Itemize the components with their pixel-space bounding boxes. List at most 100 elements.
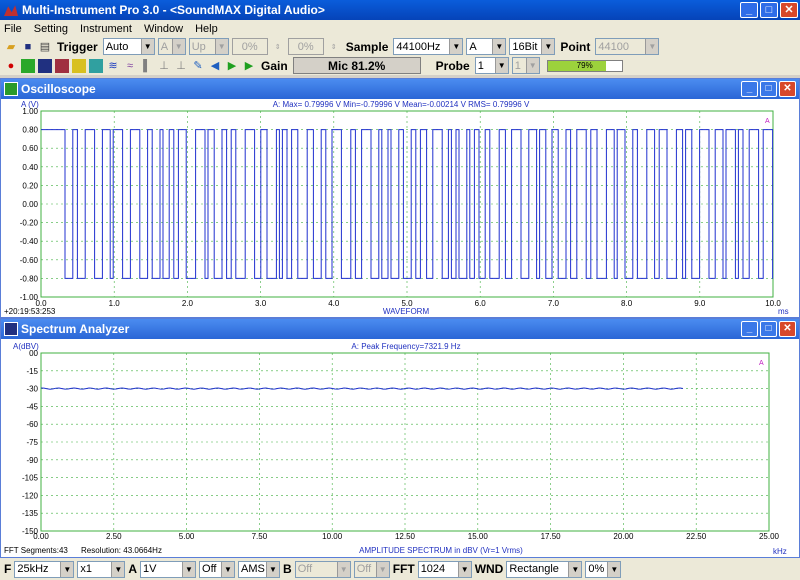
spectrum-maximize-button[interactable]: □	[760, 321, 777, 337]
spectrum-x-tick: 15.00	[468, 532, 489, 541]
spectrum-y-tick: -45	[26, 402, 38, 411]
print-icon[interactable]: ▤	[38, 40, 52, 54]
oscilloscope-maximize-button[interactable]: □	[760, 81, 777, 97]
probe-icon[interactable]: ▌	[140, 59, 154, 73]
point-label: Point	[560, 39, 591, 54]
point-value: 44100	[598, 40, 629, 53]
window-title: Multi-Instrument Pro 3.0 - <SoundMAX Dig…	[22, 3, 325, 17]
oscilloscope-y-tick: 0.20	[22, 181, 38, 190]
spectrum-close-button[interactable]: ✕	[779, 321, 796, 337]
gain-label: Gain	[261, 58, 288, 73]
save-icon[interactable]: ■	[21, 40, 35, 54]
menu-file[interactable]: File	[4, 23, 22, 35]
zoom-multiplier-select[interactable]: x1 ▼	[77, 560, 126, 578]
phase-plot-icon[interactable]	[72, 58, 86, 73]
spectrum-plot[interactable]: A(dBV) A: Peak Frequency=7321.9 Hz 00-15…	[1, 339, 799, 557]
a-label: A	[128, 562, 138, 576]
fft-segments: FFT Segments:43	[4, 546, 68, 555]
probe-b-select[interactable]: 1 ▼	[511, 57, 540, 74]
spectrum-icon	[4, 322, 18, 336]
window-function-value: Rectangle	[509, 563, 559, 575]
oscilloscope-x-tick: 1.0	[109, 299, 121, 308]
open-folder-icon[interactable]: ▰	[4, 40, 18, 54]
frequency-range-select[interactable]: 25kHz ▼	[14, 560, 75, 578]
spectrum-y-tick: -60	[26, 420, 38, 429]
spectrum-icon[interactable]	[38, 58, 52, 73]
chevron-down-icon: ▼	[525, 58, 539, 73]
chevron-down-icon: ▼	[541, 39, 555, 54]
menu-setting[interactable]: Setting	[34, 23, 68, 35]
spin-arrows-icon[interactable]: ⇕	[327, 40, 341, 54]
oscilloscope-plot[interactable]: A (V) A: Max= 0.79996 V Min=-0.79996 V M…	[1, 99, 799, 317]
window-function-select[interactable]: Rectangle ▼	[506, 560, 583, 578]
chevron-down-icon: ▼	[111, 561, 125, 577]
trigger-delay-field[interactable]: 0%	[287, 38, 324, 55]
play-icon[interactable]: ▶	[225, 59, 239, 73]
ams-value: AMS	[241, 563, 265, 575]
spectrum-x-tick: 25.00	[759, 532, 780, 541]
spectrum-x-tick: 10.00	[322, 532, 343, 541]
analyzer-settings-bar: F 25kHz ▼ x1 ▼ A 1V ▼ Off ▼ AMS ▼ B Off ▼ Off ▼…	[0, 558, 800, 580]
cursor-a-icon[interactable]: ⊥	[157, 59, 171, 73]
dds-icon[interactable]	[89, 58, 103, 73]
sweep-icon[interactable]: ≈	[123, 59, 137, 73]
fft-size-value: 1024	[420, 563, 446, 575]
sample-rate-value: 44100Hz	[396, 40, 441, 53]
oscilloscope-y-tick: -0.60	[20, 256, 39, 265]
sample-channel-select[interactable]: A ▼	[466, 38, 507, 55]
fft-size-select[interactable]: 1024 ▼	[417, 560, 472, 578]
oscilloscope-title: Oscilloscope	[21, 82, 96, 96]
spectrum-minimize-button[interactable]: _	[741, 321, 758, 337]
ams-select[interactable]: AMS ▼	[238, 560, 281, 578]
maximize-button[interactable]: □	[760, 2, 778, 18]
probe-select[interactable]: 1 ▼	[474, 57, 509, 74]
bit-depth-select[interactable]: 16Bit ▼	[509, 38, 556, 55]
wave-generator-icon[interactable]: ≋	[106, 59, 120, 73]
a-scale-select[interactable]: 1V ▼	[140, 560, 197, 578]
play-once-icon[interactable]: ▶	[242, 59, 256, 73]
cursor-b-icon[interactable]: ⊥	[174, 59, 188, 73]
close-button[interactable]: ✕	[780, 2, 798, 18]
point-select[interactable]: 44100 ▼	[595, 38, 660, 55]
oscilloscope-window: Oscilloscope _ □ ✕ A (V) A: Max= 0.79996…	[0, 78, 800, 318]
oscilloscope-close-button[interactable]: ✕	[779, 81, 796, 97]
spectrum-y-tick: -75	[26, 438, 38, 447]
spectrogram-icon[interactable]	[55, 58, 69, 73]
bit-depth-value: 16Bit	[512, 40, 538, 53]
trigger-edge-select[interactable]: Up ▼	[188, 38, 229, 55]
f-label: F	[4, 562, 12, 576]
oscilloscope-x-tick: 8.0	[621, 299, 633, 308]
app-logo-icon	[4, 5, 18, 16]
a-offset-select[interactable]: Off ▼	[199, 560, 236, 578]
chevron-down-icon: ▼	[266, 561, 280, 577]
b-offset-select[interactable]: Off ▼	[353, 560, 390, 578]
spectrum-x-tick: 7.50	[252, 532, 268, 541]
frequency-range-value: 25kHz	[17, 563, 49, 575]
spectrum-analyzer-window: Spectrum Analyzer _ □ ✕ A(dBV) A: Peak F…	[0, 318, 800, 558]
spectrum-xunit: kHz	[773, 547, 787, 556]
trigger-channel-select[interactable]: A ▼	[157, 38, 186, 55]
oscilloscope-icon[interactable]	[21, 58, 35, 73]
menu-window[interactable]: Window	[144, 23, 183, 35]
tool-icon[interactable]: ✎	[191, 59, 205, 73]
record-icon[interactable]: ●	[4, 59, 18, 73]
spectrum-x-tick: 12.50	[395, 532, 416, 541]
b-scale-select[interactable]: Off ▼	[294, 560, 351, 578]
spectrum-y-tick: -135	[22, 509, 39, 518]
spectrum-y-tick: -90	[26, 456, 38, 465]
trigger-level-field[interactable]: 0%	[231, 38, 268, 55]
sample-label: Sample	[345, 39, 389, 54]
oscilloscope-minimize-button[interactable]: _	[741, 81, 758, 97]
menu-help[interactable]: Help	[195, 23, 218, 35]
mic-gain-display[interactable]: Mic 81.2%	[292, 57, 421, 74]
chevron-down-icon: ▼	[171, 39, 185, 54]
sample-rate-select[interactable]: 44100Hz ▼	[393, 38, 464, 55]
speaker-icon[interactable]: ◀	[208, 59, 222, 73]
spin-arrows-icon[interactable]: ⇕	[271, 40, 285, 54]
trigger-mode-select[interactable]: Auto ▼	[102, 38, 155, 55]
menu-instrument[interactable]: Instrument	[80, 23, 132, 35]
fft-label: FFT	[392, 562, 415, 576]
overlap-select[interactable]: 0% ▼	[585, 560, 622, 578]
minimize-button[interactable]: _	[740, 2, 758, 18]
chevron-down-icon: ▼	[214, 39, 228, 54]
